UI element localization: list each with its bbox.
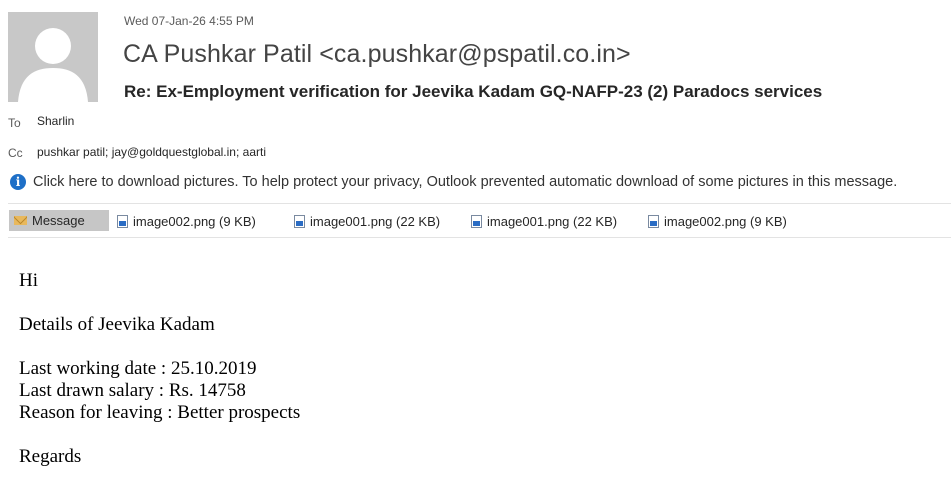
body-greeting: Hi [19,270,38,291]
attachment-label: image001.png (22 KB) [487,213,618,229]
message-tab-label: Message [32,213,85,228]
divider [8,237,951,238]
body-details-heading: Details of Jeevika Kadam [19,314,215,335]
sender-name[interactable]: CA Pushkar Patil <ca.pushkar@pspatil.co.… [123,40,631,69]
email-subject: Re: Ex-Employment verification for Jeevi… [124,82,823,101]
image-file-icon [117,214,128,228]
attachment-image002[interactable]: image002.png (9 KB) [117,211,256,231]
download-pictures-infobar[interactable]: i Click here to download pictures. To he… [10,172,897,192]
envelope-icon [14,216,27,225]
image-file-icon [294,214,305,228]
sent-date: Wed 07-Jan-26 4:55 PM [124,14,254,28]
message-tab[interactable]: Message [9,210,109,231]
infobar-text[interactable]: Click here to download pictures. To help… [33,174,897,190]
attachment-label: image001.png (22 KB) [310,213,441,229]
info-icon: i [10,174,26,190]
image-file-icon [648,214,659,228]
body-reason-for-leaving: Reason for leaving : Better prospects [19,402,301,423]
cc-label: Cc [8,146,23,160]
attachment-label: image002.png (9 KB) [133,213,256,229]
sender-avatar[interactable] [8,12,98,102]
divider [8,203,951,204]
body-closing: Regards [19,446,82,467]
cc-recipients[interactable]: pushkar patil; jay@goldquestglobal.in; a… [37,145,266,159]
body-last-working-date: Last working date : 25.10.2019 [19,358,257,379]
body-last-drawn-salary: Last drawn salary : Rs. 14758 [19,380,246,401]
person-silhouette-icon [8,12,98,102]
attachment-image001[interactable]: image001.png (22 KB) [294,211,440,231]
attachment-image001[interactable]: image001.png (22 KB) [471,211,617,231]
to-recipients[interactable]: Sharlin [37,114,74,128]
image-file-icon [471,214,482,228]
to-label: To [8,116,21,130]
attachment-image002[interactable]: image002.png (9 KB) [648,211,787,231]
attachment-label: image002.png (9 KB) [664,213,787,229]
